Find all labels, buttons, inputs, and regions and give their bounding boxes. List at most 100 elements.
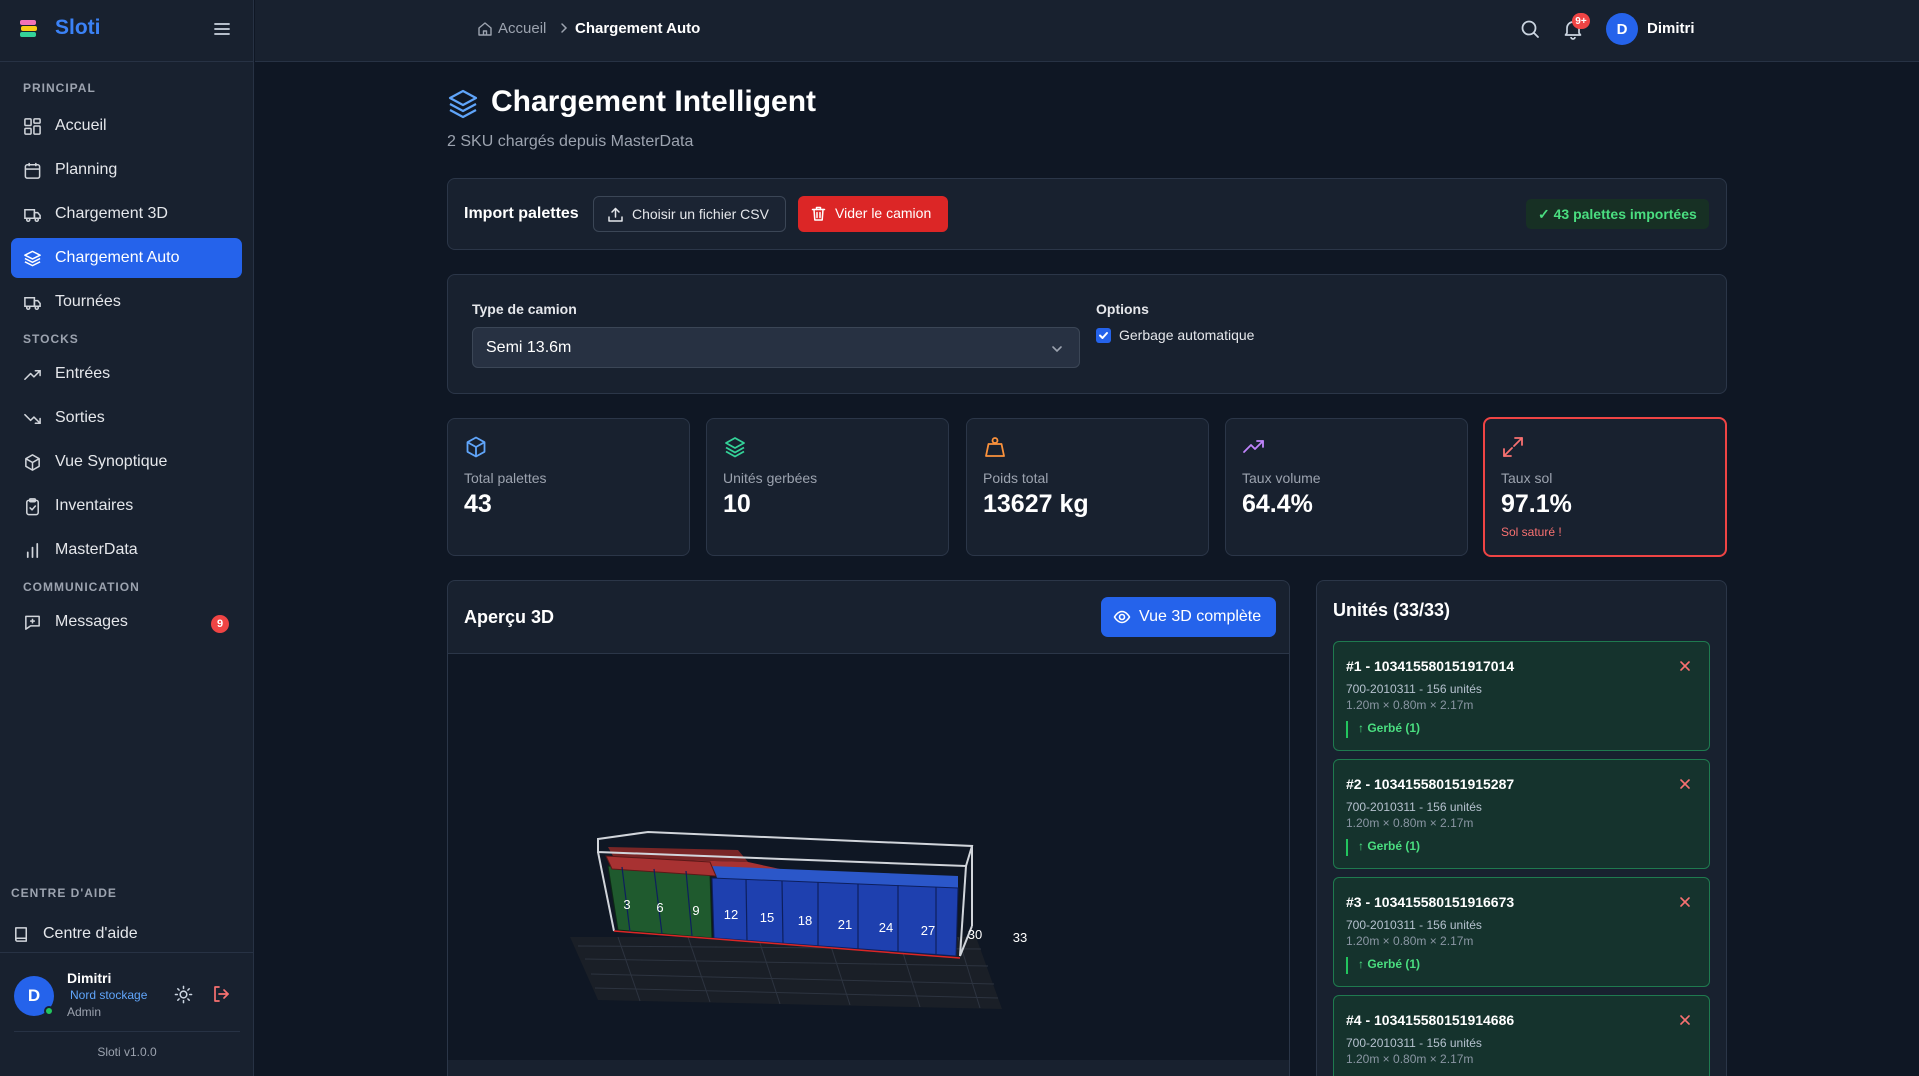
sidebar-item-messages[interactable]: Messages 9	[11, 602, 242, 642]
stacking-checkbox[interactable]	[1096, 328, 1111, 343]
unit-label: 33	[1013, 930, 1027, 945]
stat-value: 64.4%	[1242, 490, 1313, 518]
section-label-help: CENTRE D'AIDE	[11, 886, 117, 900]
unit-card[interactable]: #4 - 103415580151914686 700-2010311 - 15…	[1333, 995, 1710, 1076]
unit-card[interactable]: #2 - 103415580151915287 700-2010311 - 15…	[1333, 759, 1710, 869]
sidebar-item-chargement-auto[interactable]: Chargement Auto	[11, 238, 242, 278]
choose-csv-button[interactable]: Choisir un fichier CSV	[593, 196, 786, 232]
logo-icon	[20, 20, 37, 37]
sidebar-item-label: MasterData	[55, 541, 138, 558]
close-icon[interactable]	[1677, 776, 1693, 792]
online-status-dot	[44, 1006, 54, 1016]
sidebar-item-accueil[interactable]: Accueil	[11, 106, 242, 146]
preview-3d-card: Aperçu 3D Vue 3D complète 3 6 9 12 15 18…	[447, 580, 1290, 1076]
stat-card-total-weight: Poids total 13627 kg	[966, 418, 1209, 556]
sidebar-item-vue-synoptique[interactable]: Vue Synoptique	[11, 442, 242, 482]
package-icon	[25, 454, 40, 471]
home-icon[interactable]	[477, 21, 493, 37]
layers-icon	[448, 89, 478, 119]
menu-icon[interactable]	[212, 19, 232, 39]
stat-label: Total palettes	[464, 470, 547, 486]
choose-csv-label: Choisir un fichier CSV	[632, 206, 769, 222]
stat-value: 43	[464, 490, 492, 518]
stat-card-total-palettes: Total palettes 43	[447, 418, 690, 556]
stat-value: 13627 kg	[983, 490, 1089, 518]
expand-icon	[1503, 437, 1523, 457]
unit-label: 24	[879, 920, 893, 935]
sidebar-item-label: Tournées	[55, 293, 121, 310]
sidebar-item-label: Chargement 3D	[55, 205, 168, 222]
layers-icon	[725, 437, 745, 458]
weight-icon	[985, 437, 1005, 457]
sidebar-item-masterdata[interactable]: MasterData	[11, 530, 242, 570]
avatar[interactable]: D	[1606, 13, 1638, 45]
truck-3d-render[interactable]: 3 6 9 12 15 18 21 24 27 30 33	[448, 654, 1289, 1060]
user-site: Nord stockage	[70, 988, 148, 1002]
unit-sku: 700-2010311 - 156 unités	[1346, 800, 1482, 814]
search-icon[interactable]	[1519, 18, 1541, 40]
help-center-link[interactable]: Centre d'aide	[0, 914, 254, 954]
upload-icon	[608, 207, 623, 222]
sidebar-item-chargement-3d[interactable]: Chargement 3D	[11, 194, 242, 234]
truck-type-select[interactable]: Semi 13.6m	[472, 327, 1080, 368]
stat-card-floor-rate: Taux sol 97.1% Sol saturé !	[1483, 417, 1727, 557]
full-3d-view-label: Vue 3D complète	[1139, 608, 1262, 625]
sidebar-item-planning[interactable]: Planning	[11, 150, 242, 190]
sidebar-item-tournees[interactable]: Tournées	[11, 282, 242, 322]
user-menu[interactable]: Dimitri	[1647, 20, 1695, 37]
unit-title: #1 - 103415580151917014	[1346, 658, 1515, 674]
unit-label: 18	[798, 913, 812, 928]
sidebar-item-inventaires[interactable]: Inventaires	[11, 486, 242, 526]
user-name: Dimitri	[67, 970, 112, 986]
close-icon[interactable]	[1677, 1012, 1693, 1028]
stat-label: Taux volume	[1242, 470, 1321, 486]
eye-icon	[1113, 610, 1131, 624]
sidebar-item-entrees[interactable]: Entrées	[11, 354, 242, 394]
unit-dimensions: 1.20m × 0.80m × 2.17m	[1346, 816, 1474, 830]
stat-card-stacked-units: Unités gerbées 10	[706, 418, 949, 556]
preview-3d-title: Aperçu 3D	[464, 607, 555, 627]
units-card: Unités (33/33) #1 - 103415580151917014 7…	[1316, 580, 1727, 1076]
units-title: Unités (33/33)	[1333, 600, 1451, 620]
trash-icon	[811, 206, 826, 221]
sidebar: Sloti PRINCIPAL Accueil Planning Chargem…	[0, 0, 254, 1076]
sidebar-item-label: Sorties	[55, 409, 105, 426]
unit-sku: 700-2010311 - 156 unités	[1346, 682, 1482, 696]
truck-type-label: Type de camion	[472, 301, 577, 317]
chevron-down-icon	[1052, 346, 1062, 353]
page-title: Chargement Intelligent	[491, 85, 817, 118]
brand: Sloti	[0, 0, 254, 62]
unit-label: 27	[921, 923, 935, 938]
truck-type-value: Semi 13.6m	[486, 339, 572, 356]
stat-label: Taux sol	[1501, 470, 1553, 486]
unit-dimensions: 1.20m × 0.80m × 2.17m	[1346, 698, 1474, 712]
unit-stacked-tag: ↑ Gerbé (1)	[1346, 721, 1420, 738]
clear-truck-label: Vider le camion	[835, 205, 932, 221]
trend-up-icon	[1243, 440, 1264, 453]
3d-viewport[interactable]: 3 6 9 12 15 18 21 24 27 30 33	[448, 654, 1289, 1060]
clear-truck-button[interactable]: Vider le camion	[798, 196, 948, 232]
sidebar-item-label: Inventaires	[55, 497, 134, 514]
close-icon[interactable]	[1677, 658, 1693, 674]
breadcrumb-home[interactable]: Accueil	[498, 20, 546, 37]
divider	[14, 1031, 240, 1032]
layers-icon	[24, 250, 41, 267]
sidebar-item-label: Accueil	[55, 117, 107, 134]
check-icon	[1099, 332, 1108, 339]
full-3d-view-button[interactable]: Vue 3D complète	[1101, 597, 1276, 637]
unit-card[interactable]: #1 - 103415580151917014 700-2010311 - 15…	[1333, 641, 1710, 751]
sidebar-item-label: Entrées	[55, 365, 111, 382]
close-icon[interactable]	[1677, 894, 1693, 910]
unit-sku: 700-2010311 - 156 unités	[1346, 1036, 1482, 1050]
unit-card[interactable]: #3 - 103415580151916673 700-2010311 - 15…	[1333, 877, 1710, 987]
stat-label: Poids total	[983, 470, 1049, 486]
section-label-communication: COMMUNICATION	[23, 580, 140, 594]
logout-icon[interactable]	[211, 984, 231, 1004]
unit-title: #3 - 103415580151916673	[1346, 894, 1515, 910]
user-role: Admin	[67, 1005, 102, 1019]
stat-label: Unités gerbées	[723, 470, 818, 486]
sun-icon[interactable]	[174, 985, 193, 1004]
breadcrumb-current: Chargement Auto	[575, 20, 701, 37]
sidebar-item-label: Vue Synoptique	[55, 453, 168, 470]
sidebar-item-sorties[interactable]: Sorties	[11, 398, 242, 438]
